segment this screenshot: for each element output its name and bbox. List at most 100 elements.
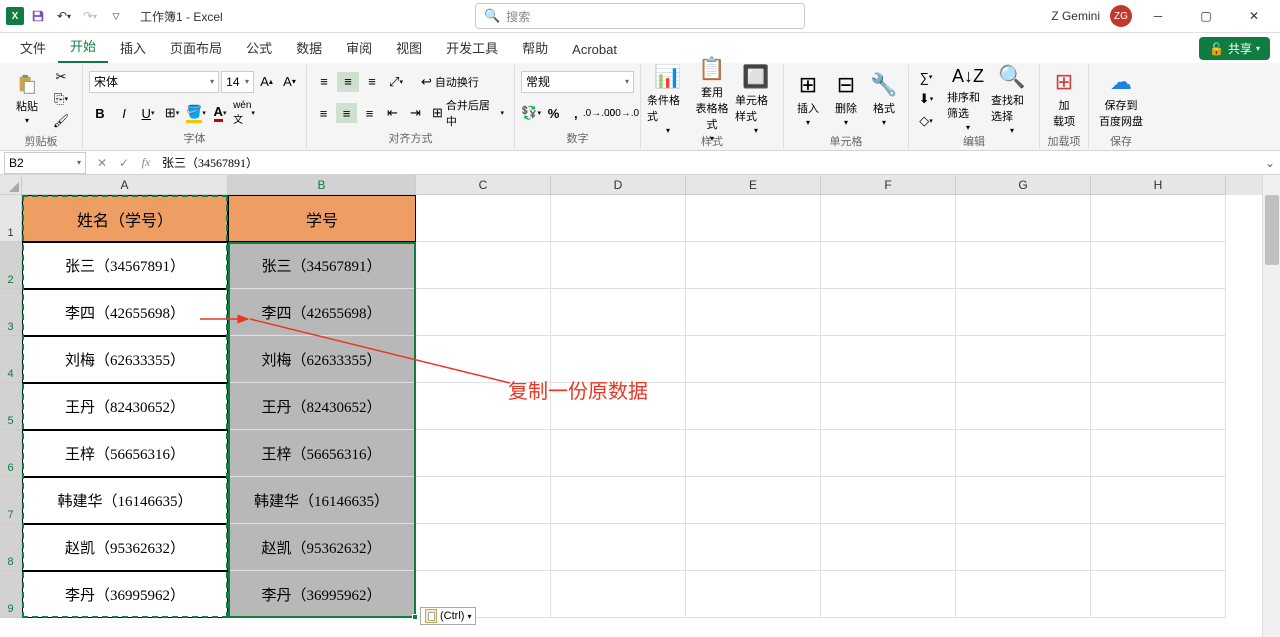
cell-H4[interactable] <box>1091 336 1226 383</box>
cell-F4[interactable] <box>821 336 956 383</box>
accounting-format-button[interactable]: 💱▾ <box>521 103 541 123</box>
cell-A7[interactable]: 韩建华（16146635） <box>22 477 228 524</box>
name-box[interactable]: B2▾ <box>4 152 86 174</box>
cell-A1[interactable]: 姓名（学号） <box>22 195 228 242</box>
cell-F7[interactable] <box>821 477 956 524</box>
format-painter-button[interactable]: 🖌 <box>50 111 72 131</box>
cell-A4[interactable]: 刘梅（62633355） <box>22 336 228 383</box>
cell-A6[interactable]: 王梓（56656316） <box>22 430 228 477</box>
autosum-button[interactable]: ∑▾ <box>915 67 937 87</box>
cell-E9[interactable] <box>686 571 821 618</box>
select-all-button[interactable] <box>0 175 22 195</box>
cell-B2[interactable]: 张三（34567891） <box>228 242 416 289</box>
bold-button[interactable]: B <box>89 103 111 123</box>
cell-H8[interactable] <box>1091 524 1226 571</box>
column-header-E[interactable]: E <box>686 175 821 195</box>
fx-button[interactable]: fx <box>136 153 156 173</box>
phonetic-button[interactable]: wén文▾ <box>233 103 255 123</box>
wrap-text-button[interactable]: ↩ 自动换行 <box>417 72 483 92</box>
tab-formulas[interactable]: 公式 <box>234 32 284 63</box>
cell-D4[interactable] <box>551 336 686 383</box>
row-header-3[interactable]: 3 <box>0 289 22 336</box>
row-header-2[interactable]: 2 <box>0 242 22 289</box>
row-header-9[interactable]: 9 <box>0 571 22 618</box>
cell-E4[interactable] <box>686 336 821 383</box>
font-color-button[interactable]: A▾ <box>209 103 231 123</box>
cell-E2[interactable] <box>686 242 821 289</box>
vertical-scrollbar-thumb[interactable] <box>1265 195 1279 265</box>
cell-G3[interactable] <box>956 289 1091 336</box>
tab-acrobat[interactable]: Acrobat <box>560 36 629 63</box>
column-header-F[interactable]: F <box>821 175 956 195</box>
cell-A9[interactable]: 李丹（36995962） <box>22 571 228 618</box>
cell-B3[interactable]: 李四（42655698） <box>228 289 416 336</box>
align-left-button[interactable]: ≡ <box>313 103 334 123</box>
cell-D3[interactable] <box>551 289 686 336</box>
cell-D8[interactable] <box>551 524 686 571</box>
cell-C8[interactable] <box>416 524 551 571</box>
addins-button[interactable]: ⊞加 载项 <box>1046 67 1082 131</box>
cell-F1[interactable] <box>821 195 956 242</box>
cell-F9[interactable] <box>821 571 956 618</box>
fill-button[interactable]: ⬇▾ <box>915 89 937 109</box>
expand-formula-bar[interactable]: ⌄ <box>1260 156 1280 170</box>
cell-F8[interactable] <box>821 524 956 571</box>
tab-file[interactable]: 文件 <box>8 32 58 63</box>
decrease-indent-button[interactable]: ⇤ <box>382 103 403 123</box>
cell-B6[interactable]: 王梓（56656316） <box>228 430 416 477</box>
cut-button[interactable]: ✂ <box>50 67 72 87</box>
tab-home[interactable]: 开始 <box>58 30 108 63</box>
align-bottom-button[interactable]: ≡ <box>361 72 383 92</box>
cell-E7[interactable] <box>686 477 821 524</box>
row-header-1[interactable]: 1 <box>0 195 22 242</box>
cell-G8[interactable] <box>956 524 1091 571</box>
cell-B8[interactable]: 赵凯（95362632） <box>228 524 416 571</box>
conditional-format-button[interactable]: 📊条件格式▾ <box>647 67 689 131</box>
cell-F2[interactable] <box>821 242 956 289</box>
tab-view[interactable]: 视图 <box>384 32 434 63</box>
cell-H7[interactable] <box>1091 477 1226 524</box>
decrease-decimal-button[interactable]: .00→.0 <box>612 103 634 123</box>
delete-cells-button[interactable]: ⊟删除▾ <box>828 67 864 131</box>
percent-button[interactable]: % <box>543 103 563 123</box>
save-button[interactable] <box>26 4 50 28</box>
sort-filter-button[interactable]: A↓Z排序和筛选▾ <box>947 67 989 131</box>
copy-button[interactable]: ⎘▾ <box>50 89 72 109</box>
cell-D9[interactable] <box>551 571 686 618</box>
undo-button[interactable]: ↶▾ <box>52 4 76 28</box>
tab-review[interactable]: 审阅 <box>334 32 384 63</box>
cell-F3[interactable] <box>821 289 956 336</box>
format-cells-button[interactable]: 🔧格式▾ <box>866 67 902 131</box>
format-as-table-button[interactable]: 📋套用 表格格式▾ <box>691 67 733 131</box>
cell-B1[interactable]: 学号 <box>228 195 416 242</box>
row-header-5[interactable]: 5 <box>0 383 22 430</box>
cell-D7[interactable] <box>551 477 686 524</box>
cell-F6[interactable] <box>821 430 956 477</box>
row-header-8[interactable]: 8 <box>0 524 22 571</box>
cell-C6[interactable] <box>416 430 551 477</box>
vertical-scrollbar[interactable] <box>1262 175 1280 637</box>
cell-D5[interactable] <box>551 383 686 430</box>
cell-H5[interactable] <box>1091 383 1226 430</box>
cell-D2[interactable] <box>551 242 686 289</box>
cell-A3[interactable]: 李四（42655698） <box>22 289 228 336</box>
cell-G6[interactable] <box>956 430 1091 477</box>
font-size-select[interactable]: 14▾ <box>221 71 254 93</box>
formula-input[interactable]: 张三（34567891） <box>156 154 1260 171</box>
row-header-4[interactable]: 4 <box>0 336 22 383</box>
column-header-B[interactable]: B <box>228 175 416 195</box>
cancel-formula-button[interactable]: ✕ <box>92 153 112 173</box>
cell-E3[interactable] <box>686 289 821 336</box>
cell-C7[interactable] <box>416 477 551 524</box>
cell-B4[interactable]: 刘梅（62633355） <box>228 336 416 383</box>
cells-area[interactable]: 姓名（学号）学号张三（34567891）张三（34567891）李四（42655… <box>22 195 1262 637</box>
share-button[interactable]: 🔓 共享 ▾ <box>1199 37 1270 60</box>
maximize-button[interactable]: ▢ <box>1184 1 1228 31</box>
cell-styles-button[interactable]: 🔲单元格样式▾ <box>735 67 777 131</box>
border-button[interactable]: ⊞▾ <box>161 103 183 123</box>
column-headers[interactable]: ABCDEFGH <box>22 175 1262 195</box>
qat-customize[interactable]: ▽ <box>104 4 128 28</box>
cell-C5[interactable] <box>416 383 551 430</box>
cell-G2[interactable] <box>956 242 1091 289</box>
cell-G4[interactable] <box>956 336 1091 383</box>
